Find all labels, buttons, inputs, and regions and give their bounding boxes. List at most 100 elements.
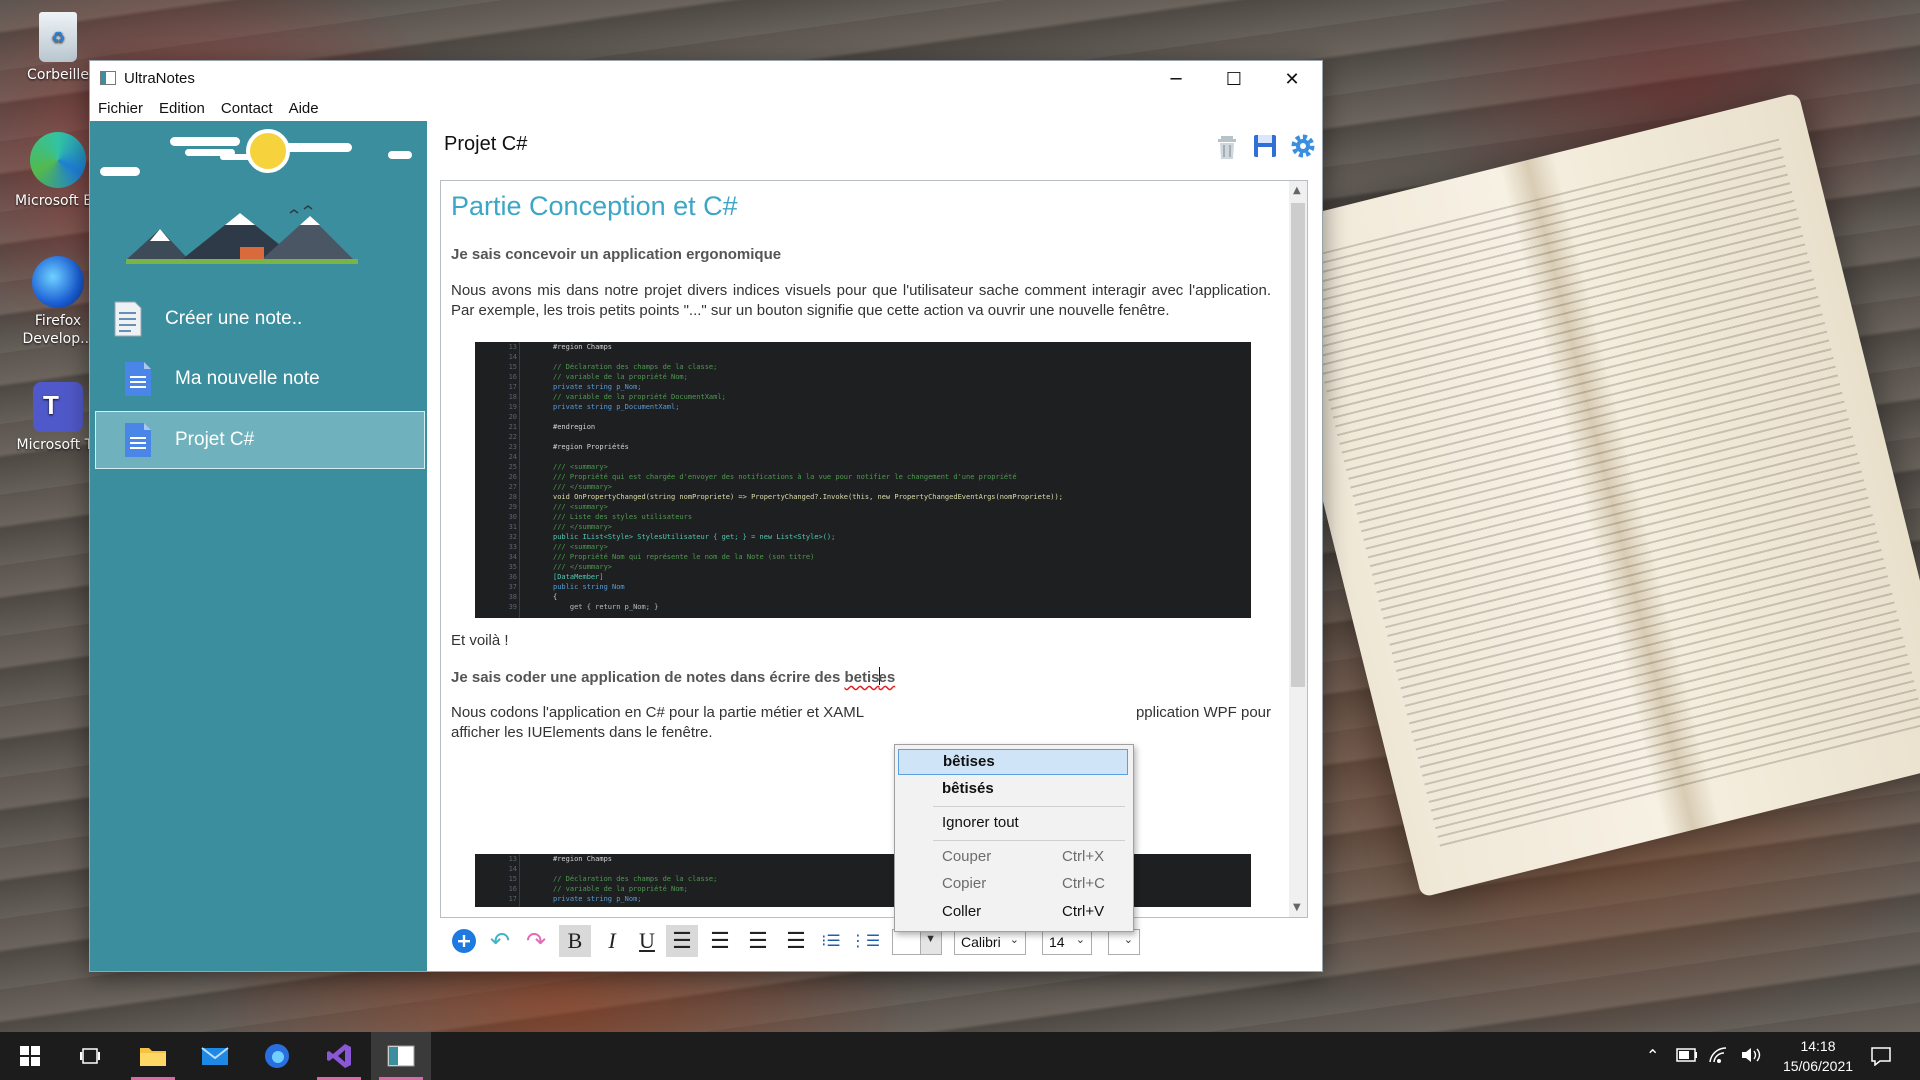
code-line: [DataMember]	[553, 573, 604, 581]
menu-edition[interactable]: Edition	[151, 97, 213, 121]
sidebar-item-create-note[interactable]: Créer une note..	[95, 290, 425, 348]
justify-button[interactable]: ☰	[780, 925, 812, 957]
cut-label: Couper	[942, 848, 992, 865]
code-line: {	[553, 593, 558, 601]
taskbar-ultranotes[interactable]	[371, 1032, 431, 1080]
wifi-icon[interactable]	[1708, 1046, 1728, 1064]
code-line-number: 32	[508, 533, 517, 541]
code-line: get { return p_Nom; }	[553, 603, 659, 611]
code-line-number: 38	[508, 593, 517, 601]
code-line: public string Nom	[553, 583, 625, 591]
start-button[interactable]	[0, 1032, 60, 1080]
scrollbar-thumb[interactable]	[1291, 203, 1305, 687]
code-line-number: 22	[508, 433, 517, 441]
visual-studio-icon	[327, 1044, 351, 1068]
code-line-number: 15	[508, 875, 517, 883]
editor-scrollbar[interactable]: ▲ ▼	[1289, 181, 1307, 917]
sidebar-item-projet-csharp[interactable]: Projet C#	[95, 411, 425, 469]
misspelled-word[interactable]: betises	[844, 667, 896, 686]
chevron-up-icon[interactable]: ⌃	[1646, 1046, 1659, 1065]
code-line: // variable de la propriété Nom;	[553, 885, 688, 893]
chevron-down-icon: ⌄	[1009, 934, 1019, 946]
redo-button[interactable]: ↷	[520, 925, 552, 957]
ignore-all-item[interactable]: Ignorer tout	[898, 810, 1128, 836]
menu-fichier[interactable]: Fichier	[90, 97, 151, 121]
code-line-number: 33	[508, 543, 517, 551]
save-icon[interactable]	[1250, 131, 1280, 161]
bold-button[interactable]: B	[559, 925, 591, 957]
task-view-button[interactable]	[60, 1032, 120, 1080]
note-title[interactable]: Projet C#	[444, 133, 527, 156]
sidebar-item-ma-nouvelle-note[interactable]: Ma nouvelle note	[95, 350, 425, 408]
section2-body-a: Nous codons l'application en C# pour la …	[451, 704, 865, 721]
menu-bar: Fichier Edition Contact Aide	[90, 97, 1322, 121]
section2-title-prefix: Je sais coder une application de notes d…	[451, 669, 845, 686]
code-line-number: 23	[508, 443, 517, 451]
code-line-number: 17	[508, 895, 517, 903]
suggestion-item[interactable]: bêtises	[898, 749, 1128, 775]
note-heading: Partie Conception et C#	[451, 191, 738, 221]
volume-icon[interactable]	[1740, 1046, 1762, 1064]
chevron-down-icon: ⌄	[1123, 934, 1133, 946]
misspelled-word-part-b: es	[878, 669, 896, 686]
settings-gear-icon[interactable]	[1288, 131, 1318, 161]
trash-icon[interactable]	[1212, 131, 1242, 161]
code-line: public IList<Style> StylesUtilisateur { …	[553, 533, 836, 541]
code-line-number: 19	[508, 403, 517, 411]
code-line: private string p_DocumentXaml;	[553, 403, 680, 411]
align-center-button[interactable]: ☰	[704, 925, 736, 957]
add-button[interactable]	[448, 925, 480, 957]
undo-button[interactable]: ↶	[484, 925, 516, 957]
extra-combo[interactable]: ⌄	[1108, 929, 1140, 955]
code-line: // Déclaration des champs de la classe;	[553, 875, 718, 883]
align-right-button[interactable]: ☰	[742, 925, 774, 957]
ultranotes-icon	[387, 1045, 415, 1067]
taskbar-clock[interactable]: 14:18 15/06/2021	[1778, 1036, 1858, 1076]
menu-aide[interactable]: Aide	[281, 97, 327, 121]
code-line-number: 16	[508, 885, 517, 893]
align-right-icon: ☰	[748, 928, 768, 953]
code-line-number: 13	[508, 855, 517, 863]
color-combo[interactable]: ▼	[892, 929, 942, 955]
align-left-button[interactable]: ☰	[666, 925, 698, 957]
suggestion-item[interactable]: bêtisés	[898, 776, 1128, 802]
numbered-list-button[interactable]: ⋮☰	[849, 925, 881, 957]
suggestion-label: bêtisés	[942, 780, 994, 797]
scroll-up-arrow-icon[interactable]: ▲	[1293, 185, 1301, 196]
code-line: /// Propriété qui est chargée d'envoyer …	[553, 473, 1017, 481]
clock-time: 14:18	[1800, 1038, 1836, 1054]
font-size-value: 14	[1049, 934, 1065, 950]
bullet-list-button[interactable]: ⁝☰	[815, 925, 847, 957]
taskbar-visual-studio[interactable]	[309, 1032, 369, 1080]
minimize-button[interactable]: ─	[1147, 61, 1205, 97]
code-line-number: 25	[508, 463, 517, 471]
taskbar-mail[interactable]	[185, 1032, 245, 1080]
start-icon	[20, 1046, 40, 1066]
scroll-down-arrow-icon[interactable]: ▼	[1293, 902, 1301, 913]
clock-date: 15/06/2021	[1782, 1058, 1854, 1074]
cut-item[interactable]: Couper Ctrl+X	[898, 844, 1128, 870]
code-line: #region Champs	[553, 343, 613, 351]
title-bar[interactable]: UltraNotes ─ ☐ ✕	[90, 61, 1322, 97]
notification-center-icon[interactable]	[1870, 1046, 1892, 1066]
note-editor[interactable]: Partie Conception et C# Je sais concevoi…	[440, 180, 1308, 918]
font-family-combo[interactable]: Calibri ⌄	[954, 929, 1026, 955]
italic-button[interactable]: I	[596, 925, 628, 957]
underline-button[interactable]: U	[631, 925, 663, 957]
chevron-down-icon: ⌄	[1075, 934, 1085, 946]
suggestion-label: bêtises	[943, 753, 995, 770]
app-icon	[100, 71, 116, 85]
close-button[interactable]: ✕	[1263, 61, 1321, 97]
paste-label: Coller	[942, 903, 982, 920]
maximize-button[interactable]: ☐	[1205, 61, 1263, 97]
copy-item[interactable]: Copier Ctrl+C	[898, 871, 1128, 897]
font-size-combo[interactable]: 14 ⌄	[1042, 929, 1092, 955]
paste-item[interactable]: Coller Ctrl+V	[898, 899, 1128, 925]
taskbar-firefox[interactable]	[247, 1032, 307, 1080]
menu-contact[interactable]: Contact	[213, 97, 281, 121]
taskbar-file-explorer[interactable]	[123, 1032, 183, 1080]
battery-icon[interactable]	[1676, 1048, 1698, 1062]
code-line-number: 35	[508, 563, 517, 571]
code-line-number: 30	[508, 513, 517, 521]
